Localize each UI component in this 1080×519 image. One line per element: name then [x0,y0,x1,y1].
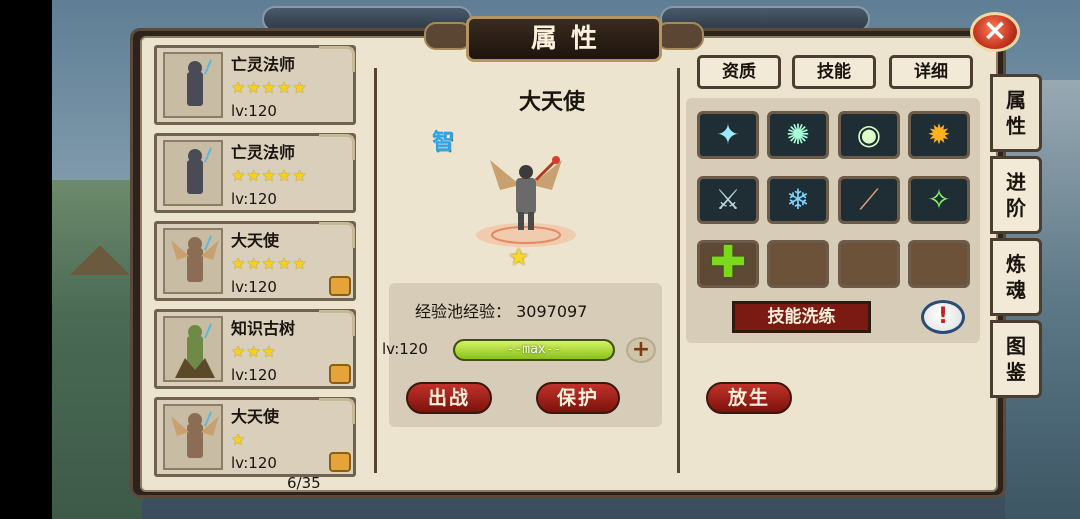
skill-slot[interactable]: ❄ [767,176,829,224]
attribute-badge: 智 [432,130,455,155]
card-corner-ornament [319,310,355,336]
skill-slot[interactable]: ⟋ [838,176,900,224]
hero-stars: ★★★★★ [231,254,308,273]
skill-refine-button[interactable]: 技能洗练 [732,301,871,333]
hero-card[interactable]: 亡灵法师 ★★★★★ lv:120 [154,45,356,125]
lock-icon [329,276,351,296]
skill-slot[interactable]: ⚔ [697,176,759,224]
hero-portrait [163,404,223,470]
ice-strike-skill-icon: ❄ [786,183,810,216]
add-exp-button[interactable]: + [626,337,656,363]
hero-card[interactable]: 大天使 ★★★★★ lv:120 [154,221,356,301]
hero-stars: ★★★ [231,342,278,361]
hero-portrait [163,140,223,206]
side-tab-label: 图鉴 [1006,334,1026,384]
plus-icon: ✚ [709,240,747,288]
tab-skills[interactable]: 技能 [792,55,876,89]
skill-slot[interactable]: ✺ [767,111,829,159]
hero-level: lv:120 [231,278,277,296]
screen-left-edge [0,0,52,519]
hero-level: lv:120 [231,366,277,384]
hero-stars: ★★★★★ [231,78,308,97]
side-tab-label: 炼魂 [1006,252,1026,302]
background-tent [70,245,130,275]
hero-name: 知识古树 [231,319,296,338]
info-button[interactable]: ! [921,300,965,334]
hero-name: 亡灵法师 [231,143,296,162]
side-tab-label: 进阶 [1006,170,1026,220]
hero-level: lv:120 [382,340,428,358]
add-skill-button[interactable]: ✚ [697,240,759,288]
exp-pool-label: 经验池经验： [415,302,512,321]
empty-skill-slot[interactable] [908,240,970,288]
page-title: 属性 [466,16,662,62]
skill-slot[interactable]: ◉ [838,111,900,159]
hero-level: lv:120 [231,454,277,472]
sparkle-skill-icon: ✧ [927,183,951,216]
wind-disc-skill-icon: ◉ [856,118,882,151]
exp-pool-value: 3097097 [516,302,588,321]
tab-details[interactable]: 详细 [889,55,973,89]
release-button[interactable]: 放生 [706,382,792,414]
skill-slot[interactable]: ✹ [908,111,970,159]
hero-portrait [163,228,223,294]
side-tab-codex[interactable]: 图鉴 [990,320,1042,398]
card-corner-ornament [319,222,355,248]
hero-portrait [163,52,223,118]
lock-icon [329,364,351,384]
hero-level: lv:120 [231,190,277,208]
hero-name: 亡灵法师 [231,55,296,74]
title-ornament-right [656,22,704,50]
hero-card[interactable]: 亡灵法师 ★★★★★ lv:120 [154,133,356,213]
card-corner-ornament [319,134,355,160]
card-corner-ornament [319,398,355,424]
exclamation-icon: ! [937,304,949,329]
protect-button[interactable]: 保护 [536,382,620,414]
hero-name: 大天使 [231,231,280,250]
side-tab-label: 属性 [1006,88,1026,138]
claw-skill-icon: ⟋ [859,183,879,216]
skill-slot[interactable]: ✦ [697,111,759,159]
selected-hero-name: 大天使 [518,90,585,115]
archangel-figure [476,156,576,247]
empty-skill-slot[interactable] [767,240,829,288]
tab-aptitude[interactable]: 资质 [697,55,781,89]
empty-skill-slot[interactable] [838,240,900,288]
hero-portrait [163,316,223,382]
page-counter: 6/35 [287,474,321,492]
level-bar: --max-- [453,339,615,361]
hero-level: lv:120 [231,102,277,120]
hero-card[interactable]: 知识古树 ★★★ lv:120 [154,309,356,389]
plus-icon: + [631,337,651,362]
level-bar-text: --max-- [506,342,562,357]
light-burst-skill-icon: ✺ [786,118,810,151]
deploy-button[interactable]: 出战 [406,382,492,414]
close-button[interactable]: × [970,12,1020,52]
sword-skill-icon: ⚔ [715,183,741,216]
exp-pool-row: 经验池经验： 3097097 [415,298,587,322]
card-corner-ornament [319,46,355,72]
hero-stars: ★ [231,430,247,449]
hero-stars: ★★★★★ [231,166,308,185]
side-tab-advance[interactable]: 进阶 [990,156,1042,234]
hero-card[interactable]: 大天使 ★ lv:120 [154,397,356,477]
background-hill [52,180,142,519]
side-tab-attributes[interactable]: 属性 [990,74,1042,152]
divider-right [677,68,680,473]
lock-icon [329,452,351,472]
star-rating-icon: ★ [508,243,530,271]
side-tab-soul-refine[interactable]: 炼魂 [990,238,1042,316]
wing-skill-icon: ✦ [716,118,740,151]
skill-slot[interactable]: ✧ [908,176,970,224]
divider-left [374,68,377,473]
fire-skill-icon: ✹ [927,118,951,151]
title-ornament-left [424,22,472,50]
close-icon: × [982,13,1008,48]
hero-name: 大天使 [231,407,280,426]
